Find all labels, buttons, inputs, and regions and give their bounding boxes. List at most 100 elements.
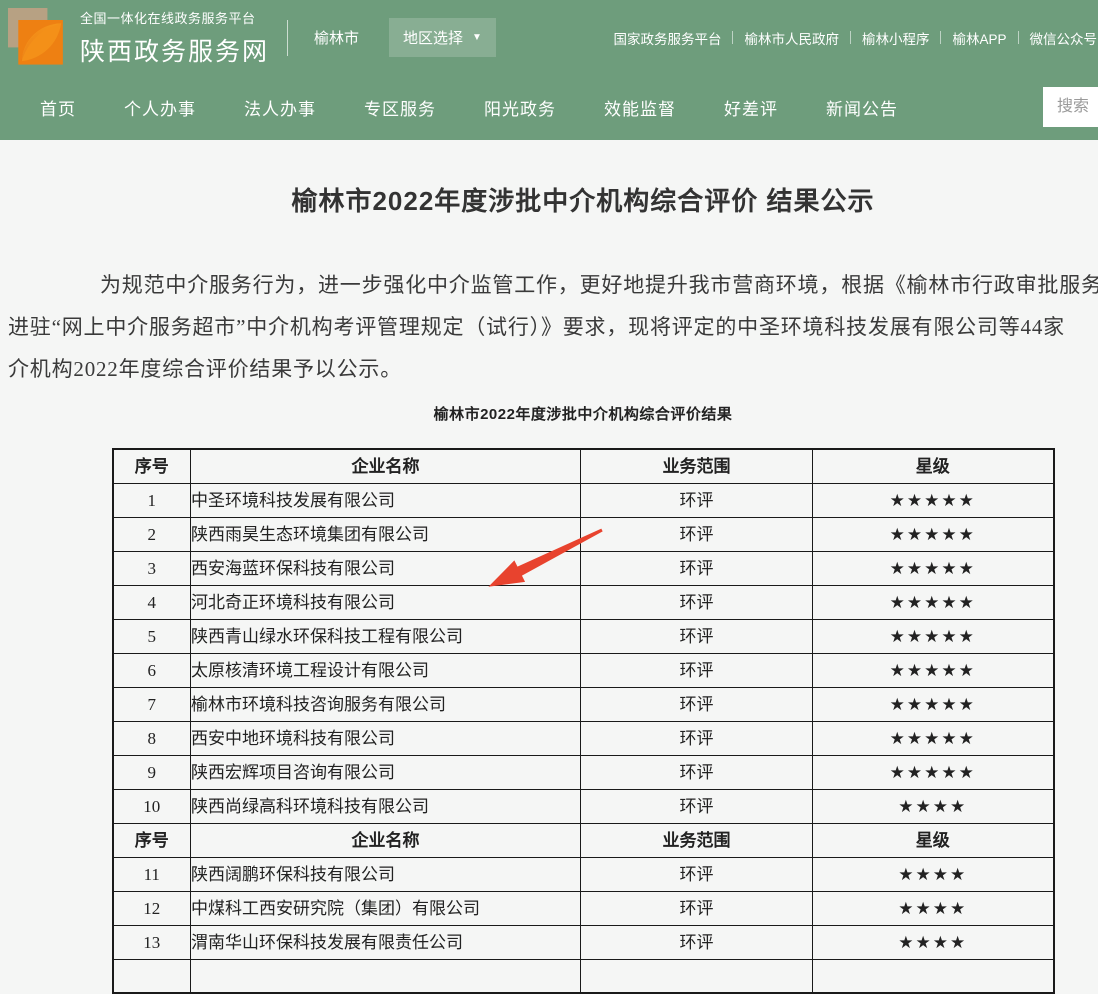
row-no: 10 (113, 790, 191, 824)
star-rating: ★★★★★ (813, 552, 1054, 586)
search-input[interactable] (1043, 87, 1098, 127)
link-wechat-official[interactable]: 微信公众号 (1030, 28, 1098, 48)
link-app[interactable]: 榆林APP (952, 28, 1006, 48)
evaluation-results-table: 序号 企业名称 业务范围 星级 1 中圣环境科技发展有限公司 环评 ★★★★★ … (112, 448, 1055, 994)
table-row: 13 渭南华山环保科技发展有限责任公司 环评 ★★★★ (113, 926, 1054, 960)
company-name: 陕西尚绿高科环境科技有限公司 (191, 790, 581, 824)
paragraph-line: 为规范中介服务行为，进一步强化中介监管工作，更好地提升我市营商环境，根据《榆林市… (8, 264, 1098, 306)
platform-label: 全国一体化在线政务服务平台 (80, 8, 269, 27)
star-rating: ★★★★★ (813, 620, 1054, 654)
site-name: 陕西政务服务网 (80, 32, 269, 68)
company-name: 陕西宏辉项目咨询有限公司 (191, 756, 581, 790)
business-scope: 环评 (581, 654, 813, 688)
nav-item-legal-entity[interactable]: 法人办事 (244, 95, 316, 120)
table-row: 5 陕西青山绿水环保科技工程有限公司 环评 ★★★★★ (113, 620, 1054, 654)
business-scope: 环评 (581, 518, 813, 552)
table-row: 10 陕西尚绿高科环境科技有限公司 环评 ★★★★ (113, 790, 1054, 824)
nav-item-rating[interactable]: 好差评 (724, 95, 778, 120)
chevron-down-icon: ▼ (472, 33, 482, 43)
business-scope: 环评 (581, 484, 813, 518)
divider (287, 20, 288, 56)
col-header-scope: 业务范围 (581, 824, 813, 858)
paragraph-line: 进驻“网上中介服务超市”中介机构考评管理规定（试行）》要求，现将评定的中圣环境科… (8, 306, 1098, 348)
table-row: 11 陕西阔鹏环保科技有限公司 环评 ★★★★ (113, 858, 1054, 892)
company-name: 河北奇正环境科技有限公司 (191, 586, 581, 620)
row-no: 2 (113, 518, 191, 552)
col-header-no: 序号 (113, 449, 191, 484)
company-name: 中圣环境科技发展有限公司 (191, 484, 581, 518)
star-rating: ★★★★ (813, 858, 1054, 892)
row-no (113, 960, 191, 993)
link-mini-program[interactable]: 榆林小程序 (862, 28, 930, 48)
nav-item-home[interactable]: 首页 (40, 95, 76, 120)
star-rating: ★★★★ (813, 790, 1054, 824)
table-row: 9 陕西宏辉项目咨询有限公司 环评 ★★★★★ (113, 756, 1054, 790)
header-links: 国家政务服务平台 榆林市人民政府 榆林小程序 榆林APP 微信公众号 注册 (613, 28, 1098, 48)
row-no: 12 (113, 892, 191, 926)
company-name: 渭南华山环保科技发展有限责任公司 (191, 926, 581, 960)
row-no: 9 (113, 756, 191, 790)
business-scope: 环评 (581, 722, 813, 756)
announcement-paragraph: 为规范中介服务行为，进一步强化中介监管工作，更好地提升我市营商环境，根据《榆林市… (8, 264, 1098, 390)
col-header-stars: 星级 (813, 449, 1054, 484)
row-no: 1 (113, 484, 191, 518)
col-header-name: 企业名称 (191, 449, 581, 484)
star-rating: ★★★★ (813, 892, 1054, 926)
table-row: 1 中圣环境科技发展有限公司 环评 ★★★★★ (113, 484, 1054, 518)
star-rating: ★★★★★ (813, 756, 1054, 790)
business-scope (581, 960, 813, 993)
business-scope: 环评 (581, 552, 813, 586)
company-name: 陕西雨昊生态环境集团有限公司 (191, 518, 581, 552)
table-row: 2 陕西雨昊生态环境集团有限公司 环评 ★★★★★ (113, 518, 1054, 552)
business-scope: 环评 (581, 858, 813, 892)
table-row: 6 太原核清环境工程设计有限公司 环评 ★★★★★ (113, 654, 1054, 688)
company-name: 西安海蓝环保科技有限公司 (191, 552, 581, 586)
business-scope: 环评 (581, 926, 813, 960)
company-name (191, 960, 581, 993)
link-city-government[interactable]: 榆林市人民政府 (744, 28, 839, 48)
nav-item-news[interactable]: 新闻公告 (826, 95, 898, 120)
nav-item-efficiency-supervision[interactable]: 效能监督 (604, 95, 676, 120)
row-no: 3 (113, 552, 191, 586)
table-row: 12 中煤科工西安研究院（集团）有限公司 环评 ★★★★ (113, 892, 1054, 926)
star-rating: ★★★★★ (813, 518, 1054, 552)
site-logo-icon[interactable] (8, 8, 68, 68)
business-scope: 环评 (581, 688, 813, 722)
star-rating: ★★★★ (813, 926, 1054, 960)
nav-item-transparent-gov[interactable]: 阳光政务 (484, 95, 556, 120)
page: { "header": { "platform_label": "全国一体化在线… (0, 0, 1098, 947)
table-row-highlighted: 4 河北奇正环境科技有限公司 环评 ★★★★★ (113, 586, 1054, 620)
link-national-platform[interactable]: 国家政务服务平台 (613, 28, 721, 48)
col-header-stars: 星级 (813, 824, 1054, 858)
star-rating: ★★★★★ (813, 688, 1054, 722)
paragraph-line: 介机构2022年度综合评价结果予以公示。 (8, 348, 1098, 390)
row-no: 8 (113, 722, 191, 756)
star-rating: ★★★★★ (813, 586, 1054, 620)
business-scope: 环评 (581, 790, 813, 824)
business-scope: 环评 (581, 586, 813, 620)
star-rating (813, 960, 1054, 993)
company-name: 中煤科工西安研究院（集团）有限公司 (191, 892, 581, 926)
col-header-name: 企业名称 (191, 824, 581, 858)
nav-item-personal[interactable]: 个人办事 (124, 95, 196, 120)
divider (732, 31, 733, 44)
nav-item-zone-services[interactable]: 专区服务 (364, 95, 436, 120)
star-rating: ★★★★★ (813, 484, 1054, 518)
site-brand[interactable]: 全国一体化在线政务服务平台 陕西政务服务网 (80, 8, 269, 68)
announcement-article: 榆林市2022年度涉批中介机构综合评价 结果公示 为规范中介服务行为，进一步强化… (8, 181, 1098, 994)
row-no: 11 (113, 858, 191, 892)
region-selector-button[interactable]: 地区选择 ▼ (389, 18, 496, 57)
table-header-row: 序号 企业名称 业务范围 星级 (113, 449, 1054, 484)
table-row: 7 榆林市环境科技咨询服务有限公司 环评 ★★★★★ (113, 688, 1054, 722)
company-name: 西安中地环境科技有限公司 (191, 722, 581, 756)
table-row: 3 西安海蓝环保科技有限公司 环评 ★★★★★ (113, 552, 1054, 586)
company-name: 太原核清环境工程设计有限公司 (191, 654, 581, 688)
col-header-scope: 业务范围 (581, 449, 813, 484)
site-header: 全国一体化在线政务服务平台 陕西政务服务网 榆林市 地区选择 ▼ 国家政务服务平… (0, 0, 1098, 75)
business-scope: 环评 (581, 756, 813, 790)
company-name: 陕西青山绿水环保科技工程有限公司 (191, 620, 581, 654)
table-row: 8 西安中地环境科技有限公司 环评 ★★★★★ (113, 722, 1054, 756)
company-name: 陕西阔鹏环保科技有限公司 (191, 858, 581, 892)
company-name: 榆林市环境科技咨询服务有限公司 (191, 688, 581, 722)
current-city-label: 榆林市 (314, 27, 359, 48)
